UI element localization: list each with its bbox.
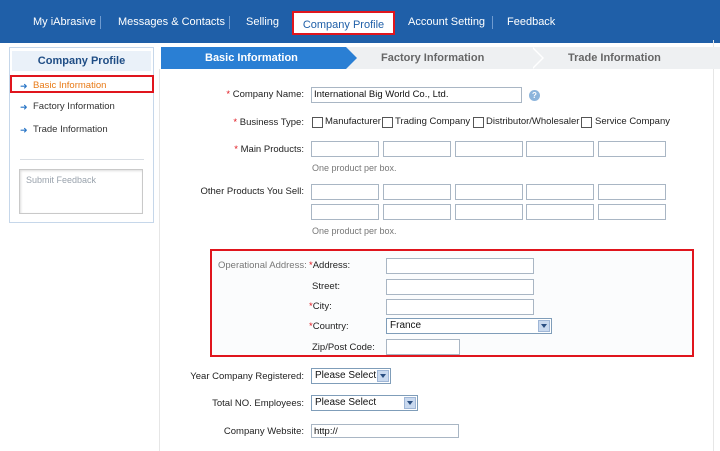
- company-website-input[interactable]: http://: [311, 424, 459, 438]
- nav-feedback[interactable]: Feedback: [507, 9, 555, 35]
- address-input[interactable]: [386, 258, 534, 274]
- nav-my-iabrasive[interactable]: My iAbrasive: [33, 9, 96, 35]
- submit-feedback-placeholder: Submit Feedback: [26, 175, 97, 185]
- street-input[interactable]: [386, 279, 534, 295]
- other-product-input[interactable]: [311, 184, 379, 200]
- nav-underline: [0, 40, 720, 43]
- service-company-label: Service Company: [595, 116, 670, 127]
- nav-separator: [492, 16, 493, 29]
- other-products-label: Other Products You Sell:: [200, 186, 304, 197]
- employees-select[interactable]: Please Select: [311, 395, 418, 411]
- main-product-input[interactable]: [526, 141, 594, 157]
- divider: [713, 40, 714, 451]
- distributor-wholesaler-checkbox[interactable]: [473, 117, 484, 128]
- other-product-input[interactable]: [455, 204, 523, 220]
- company-name-input[interactable]: International Big World Co., Ltd.: [311, 87, 522, 103]
- nav-separator: [229, 16, 230, 29]
- submit-feedback-textarea[interactable]: Submit Feedback: [19, 169, 143, 214]
- sidebar-item-label: Factory Information: [33, 101, 115, 112]
- other-product-input[interactable]: [598, 184, 666, 200]
- sidebar-item-basic-information[interactable]: ➜ Basic Information: [10, 75, 154, 93]
- nav-messages-contacts[interactable]: Messages & Contacts: [118, 9, 225, 35]
- manufacturer-label: Manufacturer: [325, 116, 381, 127]
- chevron-down-icon: [404, 397, 416, 409]
- main-product-input[interactable]: [455, 141, 523, 157]
- arrow-right-icon: ➜: [20, 102, 28, 112]
- street-label: Street:: [312, 281, 340, 292]
- main-products-label: * Main Products:: [234, 144, 304, 155]
- top-navigation: My iAbrasive Messages & Contacts Selling…: [0, 0, 720, 40]
- nav-selling[interactable]: Selling: [246, 9, 279, 35]
- country-select[interactable]: France: [386, 318, 552, 334]
- sidebar-item-trade-information[interactable]: ➜ Trade Information: [10, 121, 153, 139]
- sidebar-title: Company Profile: [12, 51, 151, 71]
- address-label: *Address:: [309, 260, 351, 271]
- business-type-label: * Business Type:: [233, 117, 304, 128]
- city-input[interactable]: [386, 299, 534, 315]
- manufacturer-checkbox[interactable]: [312, 117, 323, 128]
- other-product-input[interactable]: [598, 204, 666, 220]
- divider: [159, 69, 160, 451]
- sidebar-divider: [20, 159, 144, 160]
- help-icon[interactable]: ?: [529, 90, 540, 101]
- sidebar-item-label: Basic Information: [33, 80, 107, 91]
- progress-steps: Basic Information Factory Information Tr…: [161, 47, 720, 69]
- employees-label: Total NO. Employees:: [212, 398, 304, 409]
- nav-account-setting[interactable]: Account Setting: [408, 9, 485, 35]
- operational-address-label: Operational Address:: [218, 260, 307, 271]
- other-products-hint: One product per box.: [312, 226, 397, 236]
- other-product-input[interactable]: [383, 184, 451, 200]
- trading-company-label: Trading Company: [395, 116, 471, 127]
- other-product-input[interactable]: [526, 184, 594, 200]
- sidebar: Company Profile ➜ Basic Information ➜ Fa…: [9, 47, 154, 223]
- other-product-input[interactable]: [311, 204, 379, 220]
- distributor-wholesaler-label: Distributor/Wholesaler: [486, 116, 580, 127]
- company-name-label: * Company Name:: [226, 89, 304, 100]
- city-label: *City:: [309, 301, 332, 312]
- other-product-input[interactable]: [526, 204, 594, 220]
- zip-label: Zip/Post Code:: [312, 342, 375, 353]
- country-label: *Country:: [309, 321, 349, 332]
- other-product-input[interactable]: [383, 204, 451, 220]
- chevron-down-icon: [538, 320, 550, 332]
- chevron-down-icon: [377, 370, 389, 382]
- nav-company-profile[interactable]: Company Profile: [292, 11, 395, 35]
- zip-input[interactable]: [386, 339, 460, 355]
- sidebar-item-factory-information[interactable]: ➜ Factory Information: [10, 98, 153, 116]
- operational-address-section: Operational Address: *Address: Street: *…: [210, 249, 694, 357]
- company-website-label: Company Website:: [223, 426, 304, 437]
- sidebar-item-label: Trade Information: [33, 124, 108, 135]
- service-company-checkbox[interactable]: [581, 117, 592, 128]
- main-product-input[interactable]: [383, 141, 451, 157]
- main-product-input[interactable]: [598, 141, 666, 157]
- nav-separator: [100, 16, 101, 29]
- main-product-input[interactable]: [311, 141, 379, 157]
- other-product-input[interactable]: [455, 184, 523, 200]
- arrow-right-icon: ➜: [20, 125, 28, 135]
- step-factory-information[interactable]: Factory Information: [381, 47, 484, 69]
- step-chevron: [531, 47, 542, 69]
- step-trade-information[interactable]: Trade Information: [568, 47, 661, 69]
- year-registered-label: Year Company Registered:: [190, 371, 304, 382]
- trading-company-checkbox[interactable]: [382, 117, 393, 128]
- main-products-hint: One product per box.: [312, 163, 397, 173]
- step-basic-information[interactable]: Basic Information: [161, 47, 357, 69]
- year-registered-select[interactable]: Please Select: [311, 368, 391, 384]
- arrow-right-icon: ➜: [20, 81, 28, 91]
